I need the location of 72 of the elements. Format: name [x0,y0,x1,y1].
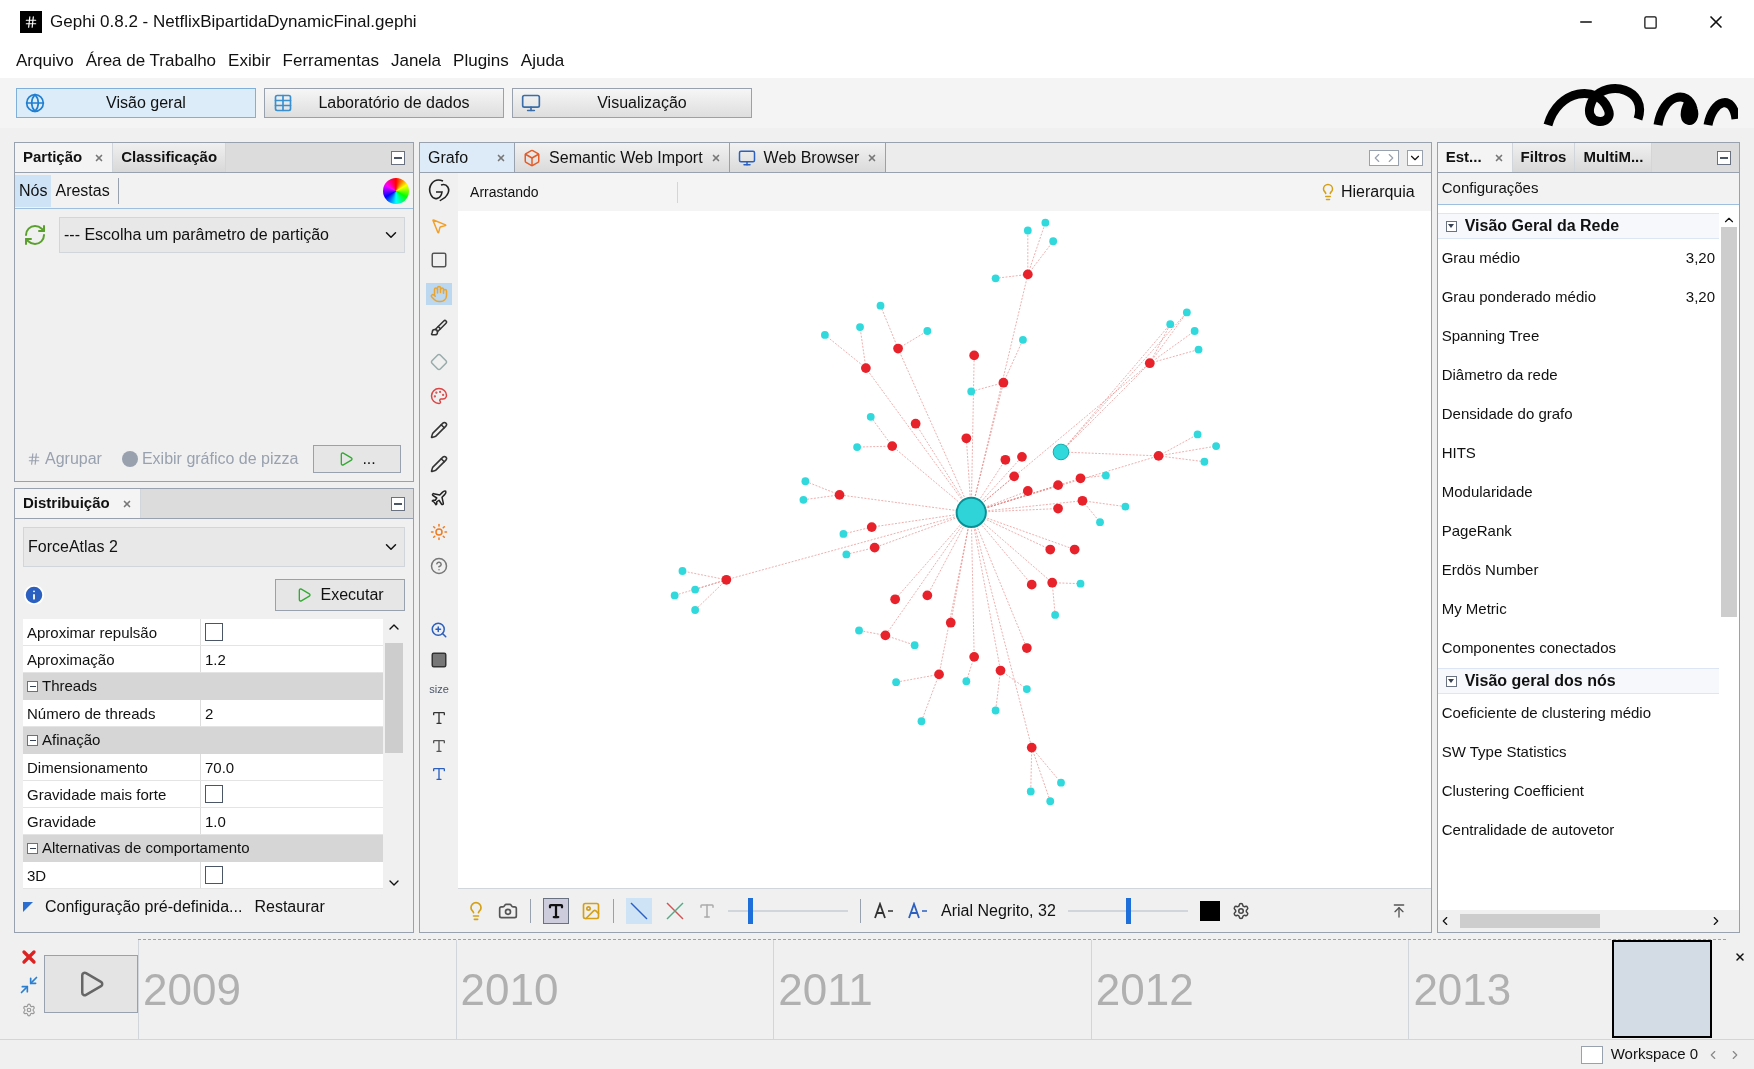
statistic-name[interactable]: SW Type Statistics [1441,741,1567,764]
property-category: Alternativas de comportamento [42,838,250,859]
settings-tab[interactable]: Configurações [1437,173,1739,205]
menu-item[interactable]: Janela [390,48,442,74]
statistic-name[interactable]: My Metric [1441,598,1507,621]
mode-label: Arrastando [458,181,679,203]
workspace-label[interactable]: Workspace 0 [1610,1043,1698,1066]
property-name: Gravidade mais forte [23,781,201,807]
statistic-value: 3,20 [1685,248,1715,269]
property-category: Afinação [42,730,101,751]
statistic-name[interactable]: Coeficiente de clustering médio [1441,702,1651,725]
sub-tab[interactable]: Nós [15,174,52,207]
panel-tab[interactable]: Partição [15,143,114,172]
window-title: Gephi 0.8.2 - NetflixBipartidaDynamicFinal.gephi [50,11,417,34]
workspace-button[interactable]: Visualização [512,88,752,118]
statistic-name[interactable]: Centralidade de autovetor [1441,819,1615,842]
timeline-year: 2013 [1413,963,1512,1016]
statistic-name[interactable]: Grau ponderado médio [1441,286,1596,309]
apply-button[interactable]: ... [313,445,402,473]
statistic-name[interactable]: PageRank [1441,520,1512,543]
menu-item[interactable]: Área de Trabalho [85,48,217,74]
menu-item[interactable]: Ajuda [520,48,565,74]
workspace-button[interactable]: Laboratório de dados [264,88,504,118]
statistic-value: 3,20 [1685,287,1715,308]
property-name: Gravidade [23,808,201,834]
sub-tab[interactable]: Arestas [51,174,114,207]
menu-item[interactable]: Arquivo [16,48,74,74]
menu-item[interactable]: Exibir [228,48,271,74]
layout-dropdown[interactable]: ForceAtlas 2 [23,527,406,567]
statistic-name[interactable]: Erdös Number [1441,559,1539,582]
run-button[interactable]: Executar [275,579,406,611]
timeline-year: 2010 [460,963,559,1016]
menu-item[interactable]: Ferramentas [282,48,379,74]
graph-tab[interactable]: Web Browser [729,143,887,172]
font-label[interactable]: Arial Negrito, 32 [941,898,1056,923]
property-value[interactable]: 70.0 [201,754,239,780]
statistic-name[interactable]: Clustering Coefficient [1441,780,1584,803]
reset-link[interactable]: Restaurar [254,895,325,919]
statistic-name[interactable]: Diâmetro da rede [1441,364,1558,387]
panel-tab[interactable]: MultiM... [1575,143,1653,172]
group-title: Visão geral dos nós [1464,671,1616,691]
property-value[interactable]: 1.2 [201,646,230,672]
statistic-name[interactable]: Modularidade [1441,481,1533,504]
size-label[interactable]: size [429,681,449,698]
panel-tab[interactable]: Distribuição [15,489,141,518]
panel-tab[interactable]: Classificação [113,143,227,172]
timeline-year: 2009 [143,963,241,1016]
statistic-name[interactable]: Componentes conectados [1441,637,1616,660]
statistic-name[interactable]: Spanning Tree [1441,325,1540,348]
graph-tab[interactable]: Grafo [420,143,516,172]
property-value[interactable]: 1.0 [201,808,230,834]
property-category: Threads [42,676,98,697]
property-name: Aproximação [23,646,201,672]
group-title: Visão Geral da Rede [1464,216,1620,236]
panel-tab[interactable]: Est... [1437,143,1513,172]
timeline-year: 2012 [1095,963,1194,1016]
statistic-name[interactable]: Grau médio [1441,247,1521,270]
hierarchy-button[interactable]: Hierarquia [1318,180,1415,204]
preset-link[interactable]: Configuração pré-definida... [45,895,243,919]
property-name: Aproximar repulsão [23,619,201,645]
property-value[interactable]: 2 [201,700,218,726]
workspace-button[interactable]: Visão geral [16,88,256,118]
partition-dropdown[interactable]: --- Escolha um parâmetro de partição [59,217,406,253]
property-name: Número de threads [23,700,201,726]
menu-item[interactable]: Plugins [453,48,509,74]
timeline-year: 2011 [778,963,873,1016]
panel-tab[interactable]: Filtros [1512,143,1576,172]
statistic-name[interactable]: Densidade do grafo [1441,403,1573,426]
statistic-name[interactable]: HITS [1441,442,1476,465]
graph-tab[interactable]: Semantic Web Import [515,143,730,172]
property-name: 3D [23,862,201,888]
property-name: Dimensionamento [23,754,201,780]
